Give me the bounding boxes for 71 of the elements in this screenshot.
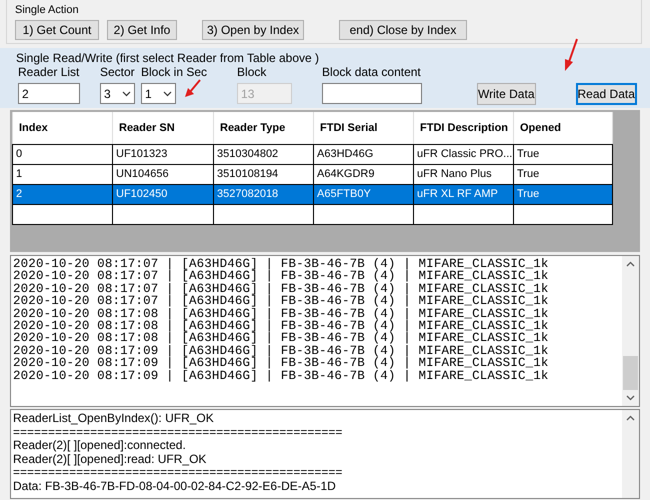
group-title: Single Action — [15, 5, 79, 16]
action-button[interactable]: 3) Open by Index — [202, 20, 304, 40]
column-header[interactable]: Reader Type — [214, 112, 314, 144]
table-cell: 3510108194 — [214, 164, 314, 184]
scroll-up-icon[interactable] — [626, 415, 635, 421]
scroll-up-icon[interactable] — [626, 261, 635, 267]
log-line: 2020-10-20 08:17:09 | [A63HD46G] | FB-3B-46-7B (4) | MIFARE_CLASSIC_1k — [13, 357, 550, 370]
log-line: 2020-10-20 08:17:08 | [A63HD46G] | FB-3B-46-7B (4) | MIFARE_CLASSIC_1k — [13, 308, 550, 320]
scroll-thumb[interactable] — [623, 356, 638, 390]
data-button[interactable]: Read Data — [576, 83, 637, 105]
table-cell: UF101323 — [112, 144, 214, 164]
table-cell: uFR XL RF AMP — [414, 184, 514, 204]
log-line: 2020-10-20 08:17:07 | [A63HD46G] | FB-3B-46-7B (4) | MIFARE_CLASSIC_1k — [13, 270, 550, 283]
field-label: Reader List — [18, 65, 80, 79]
field-label: Block — [237, 65, 268, 79]
log-line: 2020-10-20 08:17:07 | [A63HD46G] | FB-3B-46-7B (4) | MIFARE_CLASSIC_1k — [13, 295, 550, 308]
output-line: Reader(2)[ ][opened]:read: UFR_OK — [13, 452, 208, 466]
log-line: 2020-10-20 08:17:08 | [A63HD46G] | FB-3B-46-7B (4) | MIFARE_CLASSIC_1k — [13, 320, 550, 332]
dropdown-chevron-icon[interactable] — [122, 90, 131, 96]
column-header[interactable]: FTDI Description — [414, 112, 514, 144]
action-button[interactable]: 2) Get Info — [107, 20, 177, 40]
action-button[interactable]: 1) Get Count — [15, 20, 99, 40]
annotation-arrow — [562, 38, 580, 72]
table-cell: True — [514, 164, 612, 184]
block-data-field[interactable] — [322, 83, 422, 104]
scroll-down-icon[interactable] — [626, 395, 635, 401]
output-line: ReaderList_OpenByIndex(): UFR_OK — [13, 412, 215, 426]
table-cell: uFR Classic PRO... — [414, 144, 514, 164]
sector-dropdown[interactable]: 3 — [100, 83, 135, 104]
output-line: Reader(2)[ ][opened]:connected. — [13, 439, 187, 452]
field-label: Block data content — [322, 65, 422, 79]
column-header[interactable]: Reader SN — [112, 112, 214, 144]
dropdown-chevron-icon[interactable] — [163, 90, 172, 96]
log-line: 2020-10-20 08:17:09 | [A63HD46G] | FB-3B-46-7B (4) | MIFARE_CLASSIC_1k — [13, 370, 550, 382]
log-line: 2020-10-20 08:17:07 | [A63HD46G] | FB-3B-46-7B (4) | MIFARE_CLASSIC_1k — [13, 282, 550, 296]
table-cell: True — [514, 184, 612, 204]
reader-list-field[interactable]: 2 — [18, 83, 80, 104]
column-header[interactable]: FTDI Serial — [314, 112, 414, 144]
log-line: 2020-10-20 08:17:07 | [A63HD46G] | FB-3B-46-7B (4) | MIFARE_CLASSIC_1k — [13, 258, 550, 270]
block-field: 13 — [237, 83, 292, 104]
output-line: Data: FB-3B-46-7B-FD-08-04-00-02-84-C2-92-E6-DE-A5-1D — [13, 480, 337, 493]
table-cell: UN104656 — [112, 164, 214, 184]
field-label: Block in Sec — [141, 65, 208, 79]
table-cell: uFR Nano Plus — [414, 164, 514, 184]
table-row[interactable]: 1 UN104656 3510108194 A64KGDR9 uFR Nano Plus True — [12, 164, 612, 184]
table-cell: 3510304802 — [214, 144, 314, 164]
table-cell: 0 — [12, 144, 112, 164]
output-line: =============================================== — [13, 426, 344, 439]
log-line: 2020-10-20 08:17:09 | [A63HD46G] | FB-3B-46-7B (4) | MIFARE_CLASSIC_1k — [13, 344, 550, 358]
scroll-bar[interactable] — [622, 256, 639, 406]
data-button[interactable]: Write Data — [477, 83, 536, 105]
block-dropdown[interactable]: 1 — [141, 83, 176, 104]
action-button[interactable]: end) Close by Index — [339, 20, 467, 40]
table-row[interactable]: 0 UF101323 3510304802 A63HD46G uFR Classic PRO... True — [12, 144, 612, 164]
scroll-bar[interactable] — [622, 410, 639, 498]
table-cell: A65FTB0Y — [314, 184, 414, 204]
table-cell: UF102450 — [112, 184, 214, 204]
table-cell: 3527082018 — [214, 184, 314, 204]
output-line: =============================================== — [13, 466, 344, 480]
table-cell: 1 — [12, 164, 112, 184]
column-header[interactable]: Index — [12, 112, 112, 144]
column-header[interactable]: Opened — [514, 112, 612, 144]
table-cell: A63HD46G — [314, 144, 414, 164]
panel-title: Single Read/Write (first select Reader from Table above ) — [16, 51, 320, 65]
table-cell: True — [514, 144, 612, 164]
log-line: 2020-10-20 08:17:08 | [A63HD46G] | FB-3B-46-7B (4) | MIFARE_CLASSIC_1k — [13, 332, 550, 345]
table-row[interactable]: 2 UF102450 3527082018 A65FTB0Y uFR XL RF AMP True — [12, 184, 612, 204]
table-cell: 2 — [12, 184, 112, 204]
annotation-arrow — [182, 78, 202, 100]
field-label: Sector — [100, 65, 135, 79]
table-cell: A64KGDR9 — [314, 164, 414, 184]
